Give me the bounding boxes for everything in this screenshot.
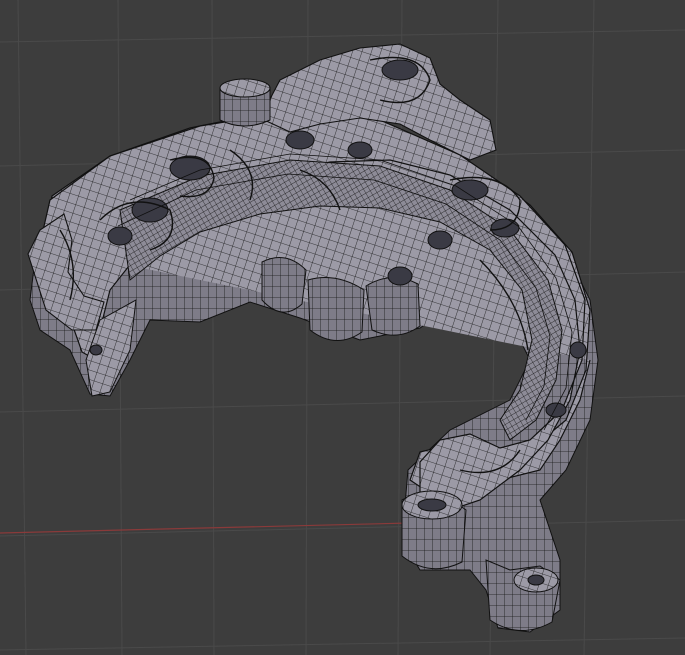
ornament-mesh[interactable] — [27, 43, 599, 633]
mesh-cylinder — [219, 78, 271, 127]
3d-viewport[interactable] — [0, 0, 685, 655]
viewport-canvas[interactable] — [0, 0, 685, 655]
